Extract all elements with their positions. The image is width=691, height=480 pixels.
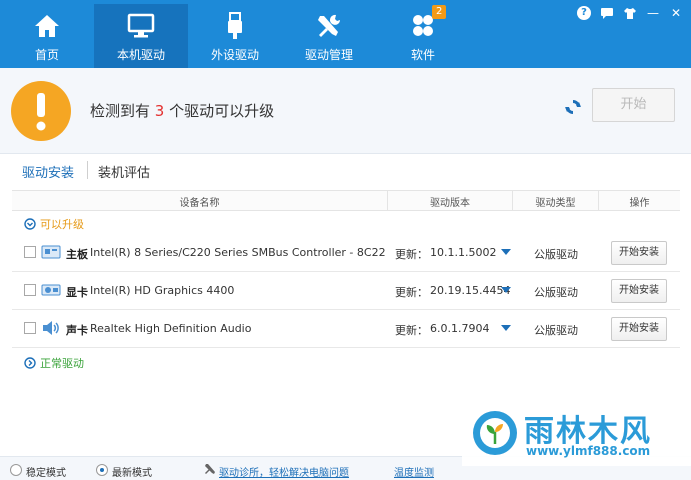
watermark: 雨林木风 www.ylmf888.com bbox=[462, 398, 691, 466]
table-row: 显卡 Intel(R) HD Graphics 4400 更新： 20.19.1… bbox=[12, 272, 680, 310]
latest-mode-label: 最新模式 bbox=[112, 468, 152, 479]
speaker-icon bbox=[43, 321, 59, 335]
help-icon[interactable]: ? bbox=[577, 6, 591, 20]
version-dropdown-icon[interactable] bbox=[501, 249, 511, 255]
tab-software[interactable]: 2 软件 bbox=[376, 4, 470, 68]
driver-version: 20.19.15.4454 bbox=[430, 284, 511, 297]
group-normal-label: 正常驱动 bbox=[40, 357, 84, 370]
group-normal[interactable]: 正常驱动 bbox=[24, 355, 84, 371]
row-checkbox[interactable] bbox=[24, 284, 36, 296]
driver-clinic-link[interactable]: 驱动诊所，轻松解决电脑问题 bbox=[219, 464, 349, 479]
close-icon[interactable]: ✕ bbox=[669, 6, 683, 20]
radio-latest-mode[interactable] bbox=[96, 464, 108, 476]
device-category: 声卡 bbox=[66, 324, 88, 337]
table-header: 设备名称 驱动版本 驱动类型 操作 bbox=[12, 190, 680, 211]
software-badge: 2 bbox=[432, 5, 447, 19]
header-device-name: 设备名称 bbox=[179, 198, 220, 209]
install-button[interactable]: 开始安装 bbox=[611, 317, 667, 341]
tab-home-label: 首页 bbox=[34, 48, 59, 62]
device-name: Intel(R) 8 Series/C220 Series SMBus Cont… bbox=[90, 246, 386, 259]
subtab-install-evaluate[interactable]: 装机评估 bbox=[98, 162, 150, 181]
device-category: 主板 bbox=[66, 248, 88, 261]
device-name: Realtek High Definition Audio bbox=[90, 322, 252, 335]
driver-version: 10.1.1.5002 bbox=[430, 246, 497, 259]
tab-driver-management-label: 驱动管理 bbox=[304, 48, 353, 62]
home-icon bbox=[35, 15, 59, 37]
driver-version: 6.0.1.7904 bbox=[430, 322, 490, 335]
version-label: 更新： bbox=[395, 248, 428, 261]
install-button[interactable]: 开始安装 bbox=[611, 279, 667, 303]
usb-icon bbox=[228, 12, 242, 39]
table-row: 声卡 Realtek High Definition Audio 更新： 6.0… bbox=[12, 310, 680, 348]
radio-stable-mode[interactable] bbox=[10, 464, 22, 476]
device-name: Intel(R) HD Graphics 4400 bbox=[90, 284, 235, 297]
warning-icon bbox=[11, 81, 71, 141]
watermark-url: www.ylmf888.com bbox=[526, 444, 651, 458]
row-checkbox[interactable] bbox=[24, 246, 36, 258]
gpu-icon bbox=[41, 284, 61, 296]
driver-type: 公版驱动 bbox=[534, 248, 578, 261]
device-category: 显卡 bbox=[66, 286, 88, 299]
tab-software-label: 软件 bbox=[410, 48, 435, 62]
header-action: 操作 bbox=[629, 198, 650, 209]
chevron-down-icon bbox=[24, 218, 36, 230]
top-nav-bar: 首页 本机驱动 外设驱动 驱动管理 2 软件 ? — ✕ bbox=[0, 0, 691, 68]
tab-driver-management[interactable]: 驱动管理 bbox=[282, 4, 376, 68]
upgrade-count: 3 bbox=[154, 102, 165, 120]
header-driver-version: 驱动版本 bbox=[430, 198, 470, 209]
header-driver-type: 驱动类型 bbox=[535, 198, 576, 209]
skin-icon[interactable] bbox=[623, 6, 637, 20]
tools-icon bbox=[318, 14, 340, 37]
window-controls: ? — ✕ bbox=[577, 6, 683, 20]
group-upgradable-label: 可以升级 bbox=[40, 218, 84, 231]
watermark-logo bbox=[473, 411, 517, 455]
install-button[interactable]: 开始安装 bbox=[611, 241, 667, 265]
subtab-driver-install[interactable]: 驱动安装 bbox=[22, 162, 74, 181]
stable-mode-label: 稳定模式 bbox=[26, 468, 66, 479]
wrench-icon bbox=[205, 464, 215, 474]
driver-type: 公版驱动 bbox=[534, 324, 578, 337]
upgrade-alert: 检测到有 3 个驱动可以升级 开始 bbox=[0, 68, 691, 154]
minimize-icon[interactable]: — bbox=[646, 6, 660, 20]
version-label: 更新： bbox=[395, 324, 428, 337]
tab-peripheral-drivers[interactable]: 外设驱动 bbox=[188, 4, 282, 68]
tab-local-drivers-label: 本机驱动 bbox=[116, 48, 165, 62]
monitor-icon bbox=[127, 13, 155, 38]
version-label: 更新： bbox=[395, 286, 428, 299]
temperature-monitor-link[interactable]: 温度监测 bbox=[394, 464, 434, 479]
start-button[interactable]: 开始 bbox=[592, 88, 675, 122]
version-dropdown-icon[interactable] bbox=[501, 287, 511, 293]
tab-home[interactable]: 首页 bbox=[0, 4, 94, 68]
tab-local-drivers[interactable]: 本机驱动 bbox=[94, 4, 188, 68]
table-row: 主板 Intel(R) 8 Series/C220 Series SMBus C… bbox=[12, 234, 680, 272]
board-icon bbox=[41, 245, 61, 259]
alert-message: 检测到有 3 个驱动可以升级 bbox=[90, 102, 275, 120]
tab-peripheral-drivers-label: 外设驱动 bbox=[210, 48, 259, 62]
subtab-divider bbox=[87, 161, 88, 179]
version-dropdown-icon[interactable] bbox=[501, 325, 511, 331]
feedback-icon[interactable] bbox=[600, 6, 614, 20]
chevron-right-icon bbox=[24, 357, 36, 369]
refresh-icon[interactable] bbox=[564, 98, 582, 116]
row-checkbox[interactable] bbox=[24, 322, 36, 334]
group-upgradable[interactable]: 可以升级 bbox=[24, 216, 84, 232]
driver-type: 公版驱动 bbox=[534, 286, 578, 299]
